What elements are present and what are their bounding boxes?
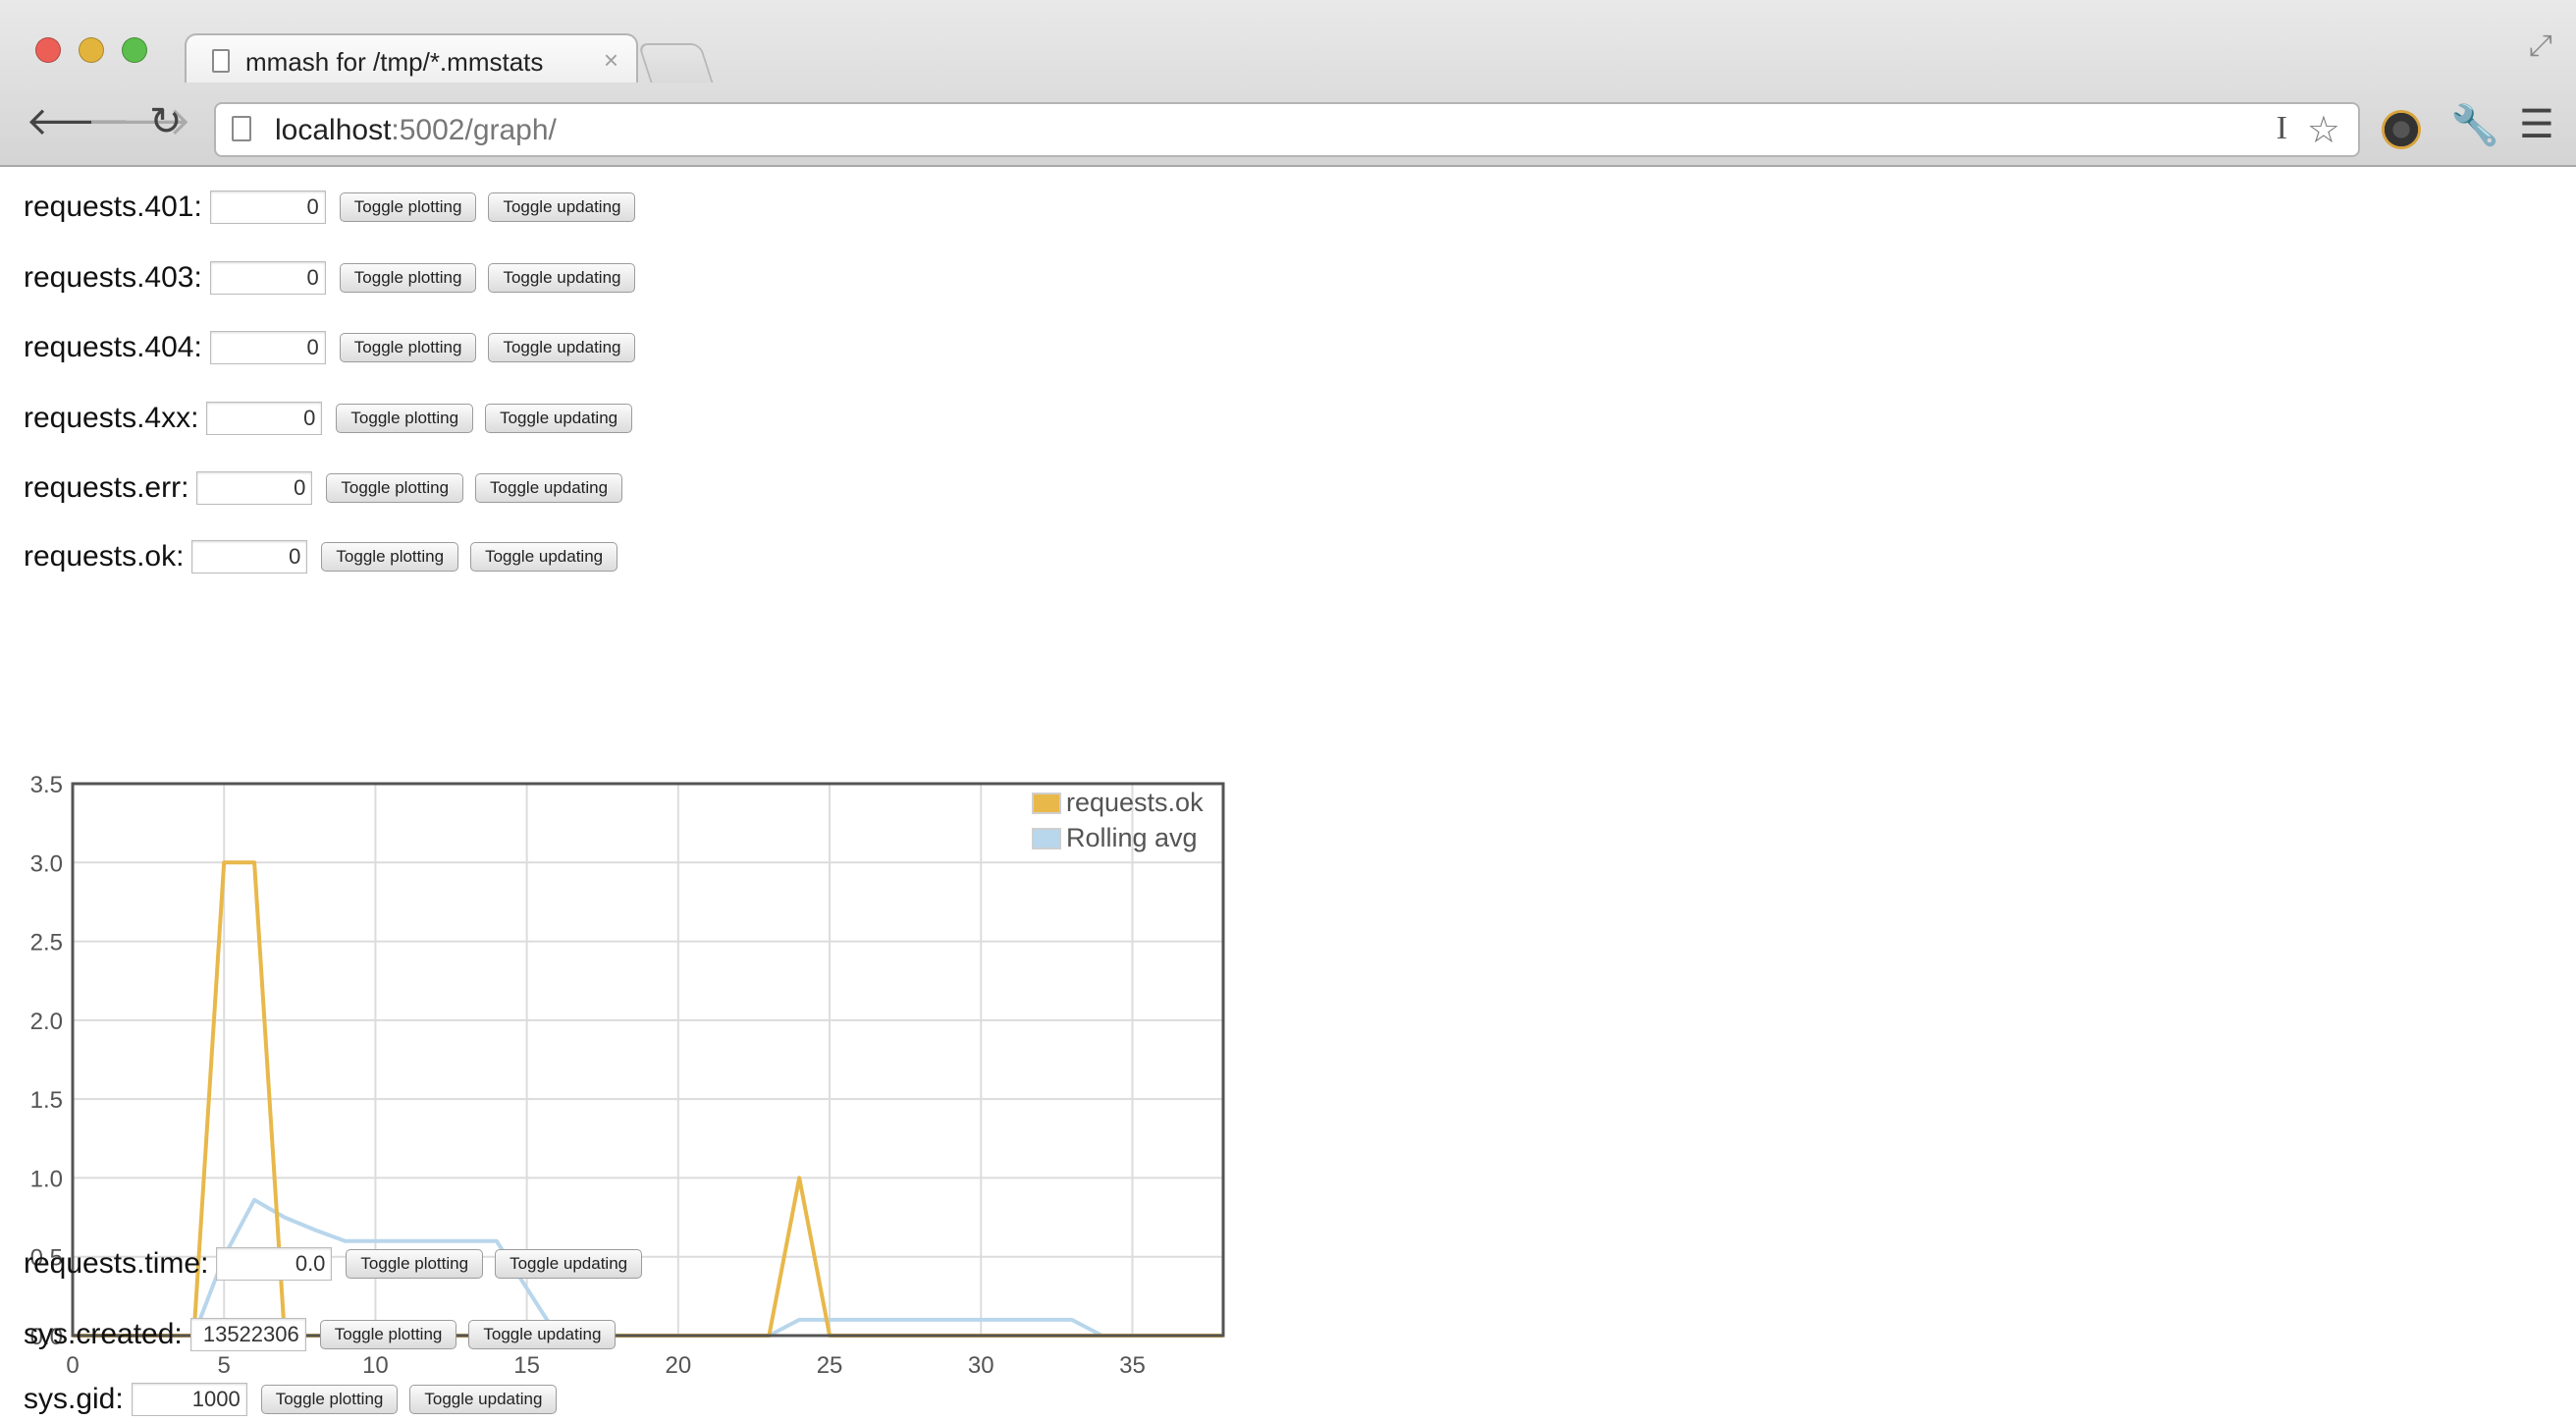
stat-label: requests.time: [24,1247,209,1280]
page-content: requests.401: Toggle plotting Toggle upd… [0,167,2576,1416]
stat-label: sys.gid: [24,1383,124,1415]
tab-close-icon[interactable]: × [604,45,618,76]
stat-label: requests.4xx: [24,402,199,434]
toggle-plotting-button[interactable]: Toggle plotting [321,542,459,572]
address-bar[interactable]: localhost:5002/graph/ I ☆ [214,102,2360,157]
stat-row-requests-4xx: requests.4xx: Toggle plotting Toggle upd… [24,396,644,441]
toggle-updating-button[interactable]: Toggle updating [488,192,636,222]
stat-label: requests.404: [24,331,202,363]
stat-label: requests.ok: [24,540,185,573]
toggle-plotting-button[interactable]: Toggle plotting [339,263,477,293]
toggle-plotting-button[interactable]: Toggle plotting [339,192,477,222]
toggle-updating-button[interactable]: Toggle updating [468,1320,617,1349]
stat-value-input[interactable] [209,191,326,224]
text-cursor-icon: I [2276,110,2287,146]
x-tick-label: 20 [665,1352,691,1379]
page-icon [232,116,251,141]
star-icon[interactable]: ☆ [2307,108,2340,152]
y-tick-label: 3.5 [30,772,63,798]
x-tick-label: 35 [1119,1352,1146,1379]
extension-icon[interactable] [2382,110,2421,149]
stat-value-input[interactable] [209,261,326,295]
tab-title: mmash for /tmp/*.mmstats [245,47,544,77]
stat-value-input[interactable] [216,1247,333,1281]
toggle-plotting-button[interactable]: Toggle plotting [319,1320,457,1349]
stat-value-input[interactable] [196,471,313,505]
stat-row-requests-404: requests.404: Toggle plotting Toggle upd… [24,325,647,370]
y-tick-label: 2.0 [30,1009,63,1035]
window-minimize-button[interactable] [79,37,104,63]
toggle-plotting-button[interactable]: Toggle plotting [326,473,464,503]
stat-label: requests.401: [24,191,202,223]
x-tick-label: 30 [968,1352,994,1379]
stat-label: requests.err: [24,471,189,504]
stat-value-input[interactable] [206,402,323,435]
toggle-updating-button[interactable]: Toggle updating [495,1249,643,1279]
document-icon [212,49,230,73]
stat-row-requests-401: requests.401: Toggle plotting Toggle upd… [24,185,647,230]
toggle-updating-button[interactable]: Toggle updating [470,542,618,572]
stat-row-sys-gid: sys.gid: Toggle plotting Toggle updating [24,1377,568,1422]
stat-value-input[interactable] [191,540,308,574]
fullscreen-icon[interactable]: ⤢ [2529,29,2552,63]
stat-row-requests-time: requests.time: Toggle plotting Toggle up… [24,1241,654,1286]
window-zoom-button[interactable] [122,37,147,63]
legend-swatch [1032,793,1061,814]
legend-swatch [1032,828,1061,849]
toggle-updating-button[interactable]: Toggle updating [488,333,636,362]
stat-row-requests-403: requests.403: Toggle plotting Toggle upd… [24,255,647,301]
stat-label: sys.created: [24,1318,183,1350]
stat-value-input[interactable] [189,1318,306,1351]
new-tab-button[interactable] [637,43,714,82]
toggle-updating-button[interactable]: Toggle updating [488,263,636,293]
y-tick-label: 3.0 [30,850,63,877]
toggle-plotting-button[interactable]: Toggle plotting [346,1249,484,1279]
browser-tab[interactable]: mmash for /tmp/*.mmstats × [185,33,638,82]
reload-icon[interactable]: ↻ [149,102,183,141]
y-tick-label: 2.5 [30,930,63,957]
wrench-icon[interactable]: 🔧 [2450,102,2499,148]
y-tick-label: 1.5 [30,1087,63,1114]
legend-label: Rolling avg [1066,823,1198,852]
stat-label: requests.403: [24,261,202,294]
stat-value-input[interactable] [131,1383,247,1416]
x-tick-label: 25 [817,1352,843,1379]
address-url: localhost:5002/graph/ [275,114,557,146]
window-close-button[interactable] [35,37,61,63]
menu-icon[interactable]: ☰ [2519,102,2554,147]
toggle-updating-button[interactable]: Toggle updating [485,404,633,433]
toggle-plotting-button[interactable]: Toggle plotting [336,404,474,433]
stat-value-input[interactable] [209,331,326,364]
legend-label: requests.ok [1066,788,1204,817]
toggle-updating-button[interactable]: Toggle updating [475,473,623,503]
stat-row-sys-created: sys.created: Toggle plotting Toggle upda… [24,1312,627,1357]
stat-row-requests-ok: requests.ok: Toggle plotting Toggle upda… [24,534,629,579]
y-tick-label: 1.0 [30,1166,63,1192]
browser-chrome: mmash for /tmp/*.mmstats × ⤢ 🡐 🡒 ↻ local… [0,0,2576,167]
toggle-plotting-button[interactable]: Toggle plotting [339,333,477,362]
stat-row-requests-err: requests.err: Toggle plotting Toggle upd… [24,465,634,511]
